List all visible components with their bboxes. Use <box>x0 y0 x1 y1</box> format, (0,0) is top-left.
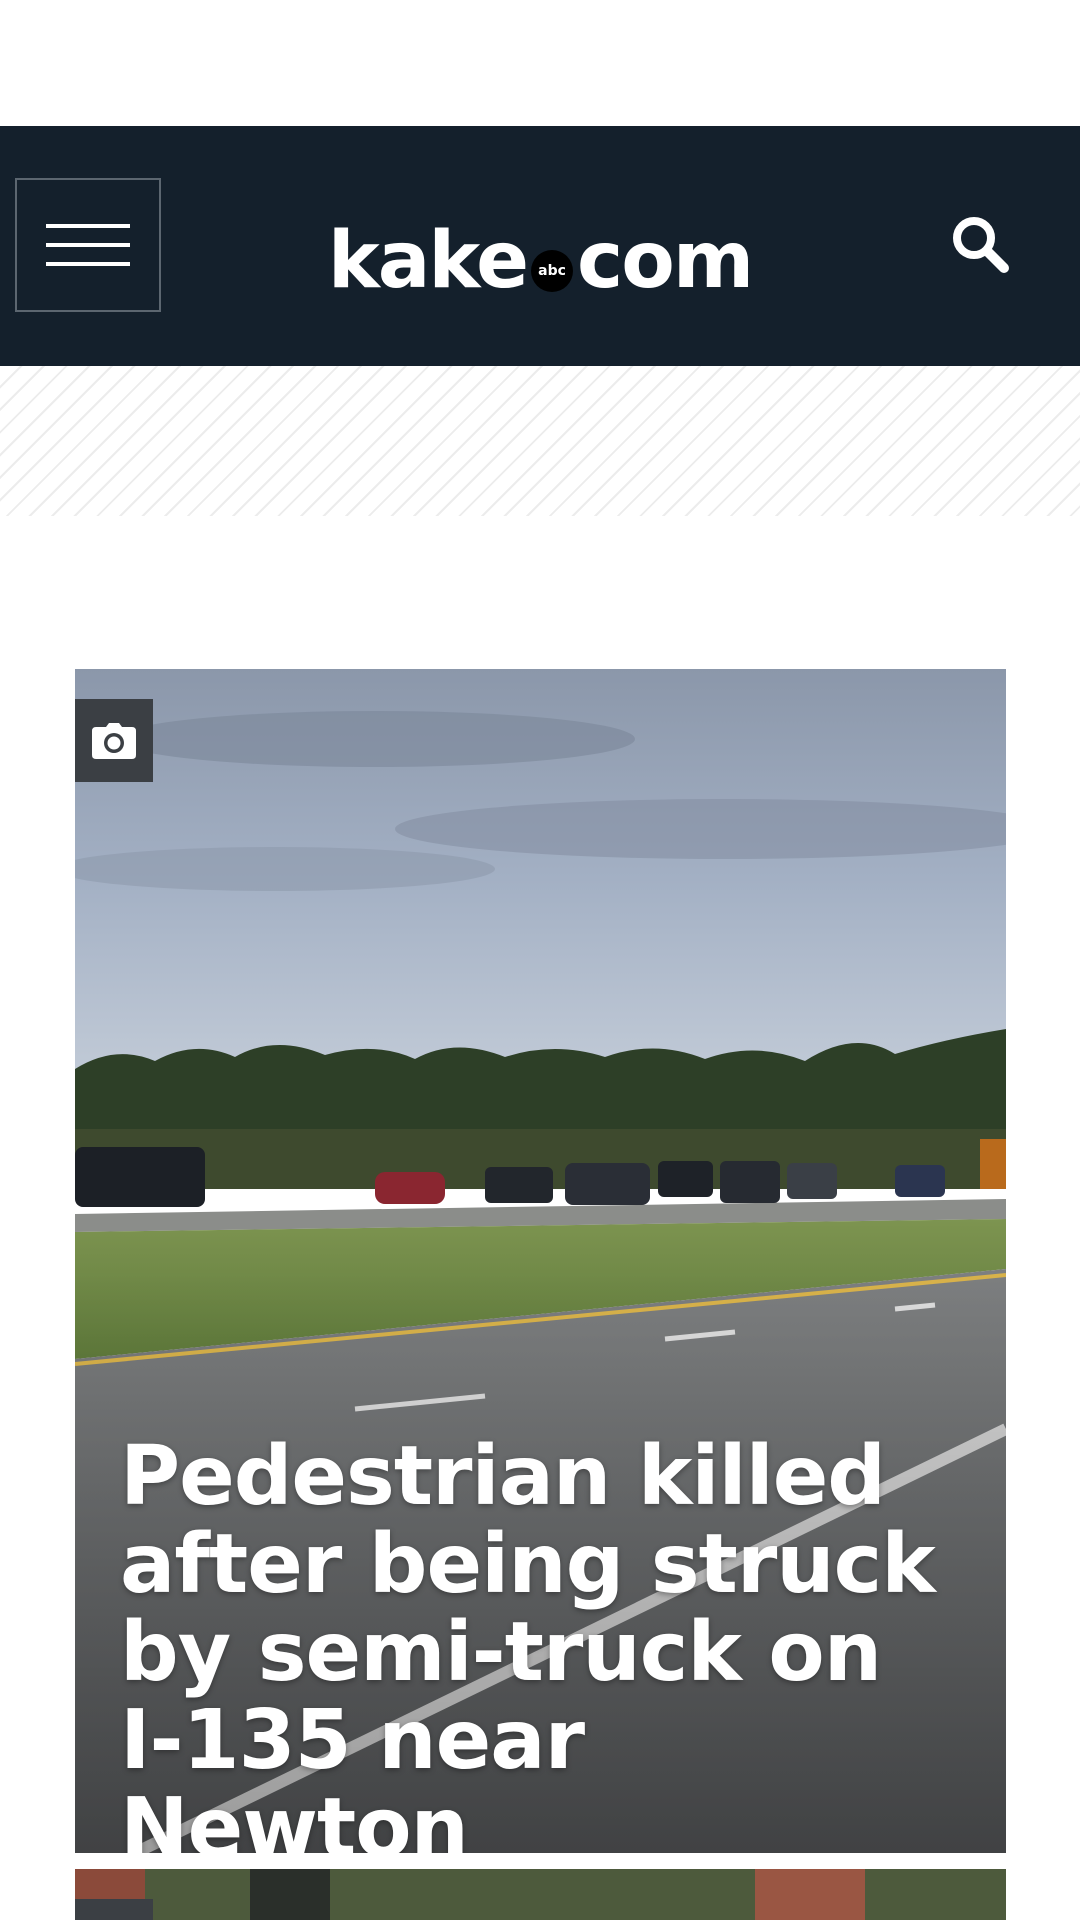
menu-icon-bar <box>46 262 130 266</box>
site-logo[interactable]: kake abc com <box>264 216 816 306</box>
menu-icon-bar <box>46 224 130 228</box>
next-story-card[interactable] <box>75 1869 1006 1920</box>
menu-button[interactable] <box>15 178 161 312</box>
featured-story-card[interactable]: Pedestrian killed after being struck by … <box>75 669 1006 1853</box>
camera-icon <box>92 722 136 759</box>
story-headline[interactable]: Pedestrian killed after being struck by … <box>120 1433 940 1854</box>
next-story-photo <box>75 1869 1006 1920</box>
ad-placeholder <box>0 366 1080 516</box>
logo-text-left: kake <box>327 216 529 306</box>
search-icon <box>953 217 1009 273</box>
photo-gallery-badge[interactable] <box>75 699 153 782</box>
menu-icon-bar <box>46 243 130 247</box>
search-button[interactable] <box>946 210 1014 278</box>
logo-text-right: com <box>577 216 754 306</box>
abc-logo-badge: abc <box>531 250 574 292</box>
site-header: kake abc com <box>0 126 1080 366</box>
